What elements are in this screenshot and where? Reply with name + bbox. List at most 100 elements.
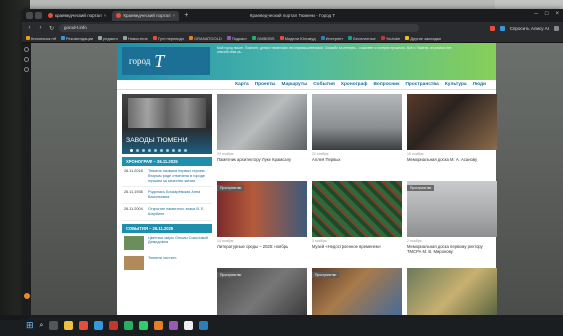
search-icon[interactable]: ⌕: [40, 322, 44, 330]
sidebar-icon[interactable]: [24, 67, 29, 72]
card-image: [312, 181, 402, 237]
new-tab-button[interactable]: +: [181, 12, 191, 19]
menu-item-map[interactable]: Карта: [235, 82, 249, 87]
close-window-icon[interactable]: ×: [555, 11, 559, 17]
minimize-icon[interactable]: –: [535, 11, 538, 17]
browser-side-rail: [22, 43, 31, 315]
article-card[interactable]: 3 ноября Музей «Недостроенное временем»: [312, 181, 402, 249]
bookmark-item[interactable]: Youtube: [380, 36, 400, 41]
left-column: ЗАВОДЫ ТЮМЕНИ ХРОНОГРАФ – 26.11.2025 26.…: [122, 94, 212, 273]
card-image: Пространство: [217, 268, 307, 315]
address-bar: ‹ › ↻ gorod-t.info Спросить Алису AI: [22, 22, 563, 34]
menu-item-events[interactable]: События: [313, 82, 335, 87]
menu-item-people[interactable]: Люди: [473, 82, 486, 87]
tab-item[interactable]: краеведческий портал ×: [44, 11, 110, 21]
card-tag: Пространство: [217, 272, 245, 278]
tabs-overview-button[interactable]: [35, 12, 42, 19]
list-item[interactable]: Цветные миры Ольмы Соколовой Демидовна: [122, 233, 212, 253]
main-menu: Карта Проекты Маршруты События Хронограф…: [117, 80, 496, 90]
app-icon[interactable]: [94, 321, 104, 330]
close-icon[interactable]: ×: [173, 13, 176, 18]
article-card[interactable]: 22 ноября Аллея Первых: [312, 94, 402, 162]
logo-text: город: [129, 56, 151, 66]
task-view-icon[interactable]: [49, 321, 59, 330]
bookmark-item[interactable]: Интернет: [320, 36, 343, 41]
bookmark-item[interactable]: GMBOBS: [252, 36, 275, 41]
card-image: [407, 268, 497, 315]
event-thumbnail: [124, 255, 144, 270]
article-card[interactable]: Пространство 14 ноября Литературные сред…: [217, 181, 307, 249]
events-header[interactable]: СОБЫТИЯ – 26.11.2025: [122, 223, 212, 233]
card-image: Пространство: [407, 181, 497, 237]
article-card[interactable]: Пространство: [312, 268, 402, 315]
bookmark-item[interactable]: Модели Юлимуд: [279, 36, 316, 41]
site-logo[interactable]: город Т: [122, 47, 210, 75]
card-image: Пространство: [312, 268, 402, 315]
bookmark-item[interactable]: редакто: [98, 36, 118, 41]
browser-menu-button[interactable]: [26, 12, 33, 19]
reload-icon[interactable]: ↻: [48, 25, 55, 32]
article-card[interactable]: 16 ноября Мемориальная доска М. А. Асано…: [407, 94, 497, 162]
menu-item-chronograph[interactable]: Хронограф: [341, 82, 368, 87]
header-quote: Мой город пишет. Помните, деньги тюменск…: [217, 46, 453, 55]
app-icon[interactable]: [124, 321, 134, 330]
file-explorer-icon[interactable]: [64, 321, 74, 330]
url-field[interactable]: gorod-t.info: [59, 24, 419, 32]
forward-icon[interactable]: ›: [37, 25, 44, 31]
avatar[interactable]: [23, 293, 30, 299]
card-tag: Пространство: [217, 185, 245, 191]
bookmark-item[interactable]: GRANATGOLD: [189, 36, 222, 41]
menu-item-projects[interactable]: Проекты: [255, 82, 276, 87]
sidebar-icon[interactable]: [24, 57, 29, 62]
page-viewport: город Т Мой город пишет. Помните, деньги…: [31, 43, 563, 315]
app-icon[interactable]: [109, 321, 119, 330]
menu-item-routes[interactable]: Маршруты: [282, 82, 308, 87]
article-card[interactable]: Пространство 2 ноября Мемориальная доска…: [407, 181, 497, 254]
sidebar-icon[interactable]: [24, 47, 29, 52]
app-icon[interactable]: [169, 321, 179, 330]
list-item[interactable]: 26.11.2018 Тюмень назвала первых героем.…: [122, 166, 212, 188]
logo-mark: Т: [154, 50, 165, 71]
article-card[interactable]: 29 ноября Памятник архитектору Луке Крам…: [217, 94, 307, 162]
bookmark-item[interactable]: Подкаст: [226, 36, 247, 41]
article-card[interactable]: [407, 268, 497, 315]
tab-label: Краеведческий портал: [123, 13, 171, 18]
back-icon[interactable]: ‹: [26, 25, 33, 31]
list-item[interactable]: 26.11.1938 Родилась Бочкарёвская Анна Ва…: [122, 187, 212, 204]
menu-item-culture[interactable]: Культура: [445, 82, 467, 87]
list-item[interactable]: 26.11.2004 Открытие памятного знака В. Е…: [122, 204, 212, 221]
app-icon[interactable]: [79, 321, 89, 330]
site-favicon-icon: [48, 13, 53, 18]
maximize-icon[interactable]: □: [545, 11, 549, 17]
extension-icon[interactable]: [499, 25, 505, 31]
app-icon[interactable]: [139, 321, 149, 330]
extension-icon[interactable]: [489, 25, 495, 31]
bookmark-item[interactable]: Новостное: [122, 36, 148, 41]
chronograph-header[interactable]: ХРОНОГРАФ – 26.11.2025: [122, 157, 212, 166]
card-image: [312, 94, 402, 150]
hero-slider[interactable]: ЗАВОДЫ ТЮМЕНИ: [122, 94, 212, 154]
bookmark-item[interactable]: Кинопоиск нtf: [26, 36, 56, 41]
menu-item-spaces[interactable]: Пространства: [405, 82, 438, 87]
list-item[interactable]: Тюмени чистить: [122, 253, 212, 273]
alice-ask-button[interactable]: Спросить Алису AI: [510, 26, 549, 31]
app-icon[interactable]: [199, 321, 209, 330]
bookmark-item[interactable]: Рекомендации: [60, 36, 93, 41]
bookmark-item[interactable]: Бесплатные: [348, 36, 376, 41]
card-image: [217, 94, 307, 150]
app-icon[interactable]: [184, 321, 194, 330]
card-tag: Пространство: [407, 185, 435, 191]
card-tag: Пространство: [312, 272, 340, 278]
article-card[interactable]: Пространство: [217, 268, 307, 315]
taskbar: ⊞ ⌕: [0, 315, 563, 336]
menu-item-questions[interactable]: Вопросник: [373, 82, 399, 87]
app-icon[interactable]: [154, 321, 164, 330]
site-container: город Т Мой город пишет. Помните, деньги…: [117, 43, 497, 315]
tab-label: краеведческий портал: [55, 13, 102, 18]
close-icon[interactable]: ×: [104, 13, 107, 18]
bookmark-item[interactable]: Гугл переводч: [152, 36, 184, 41]
tab-item-active[interactable]: Краеведческий портал ×: [112, 10, 180, 21]
windows-start-icon[interactable]: ⊞: [26, 320, 34, 331]
bookmark-item[interactable]: Другие закладки: [405, 36, 441, 41]
download-icon[interactable]: [554, 25, 559, 31]
